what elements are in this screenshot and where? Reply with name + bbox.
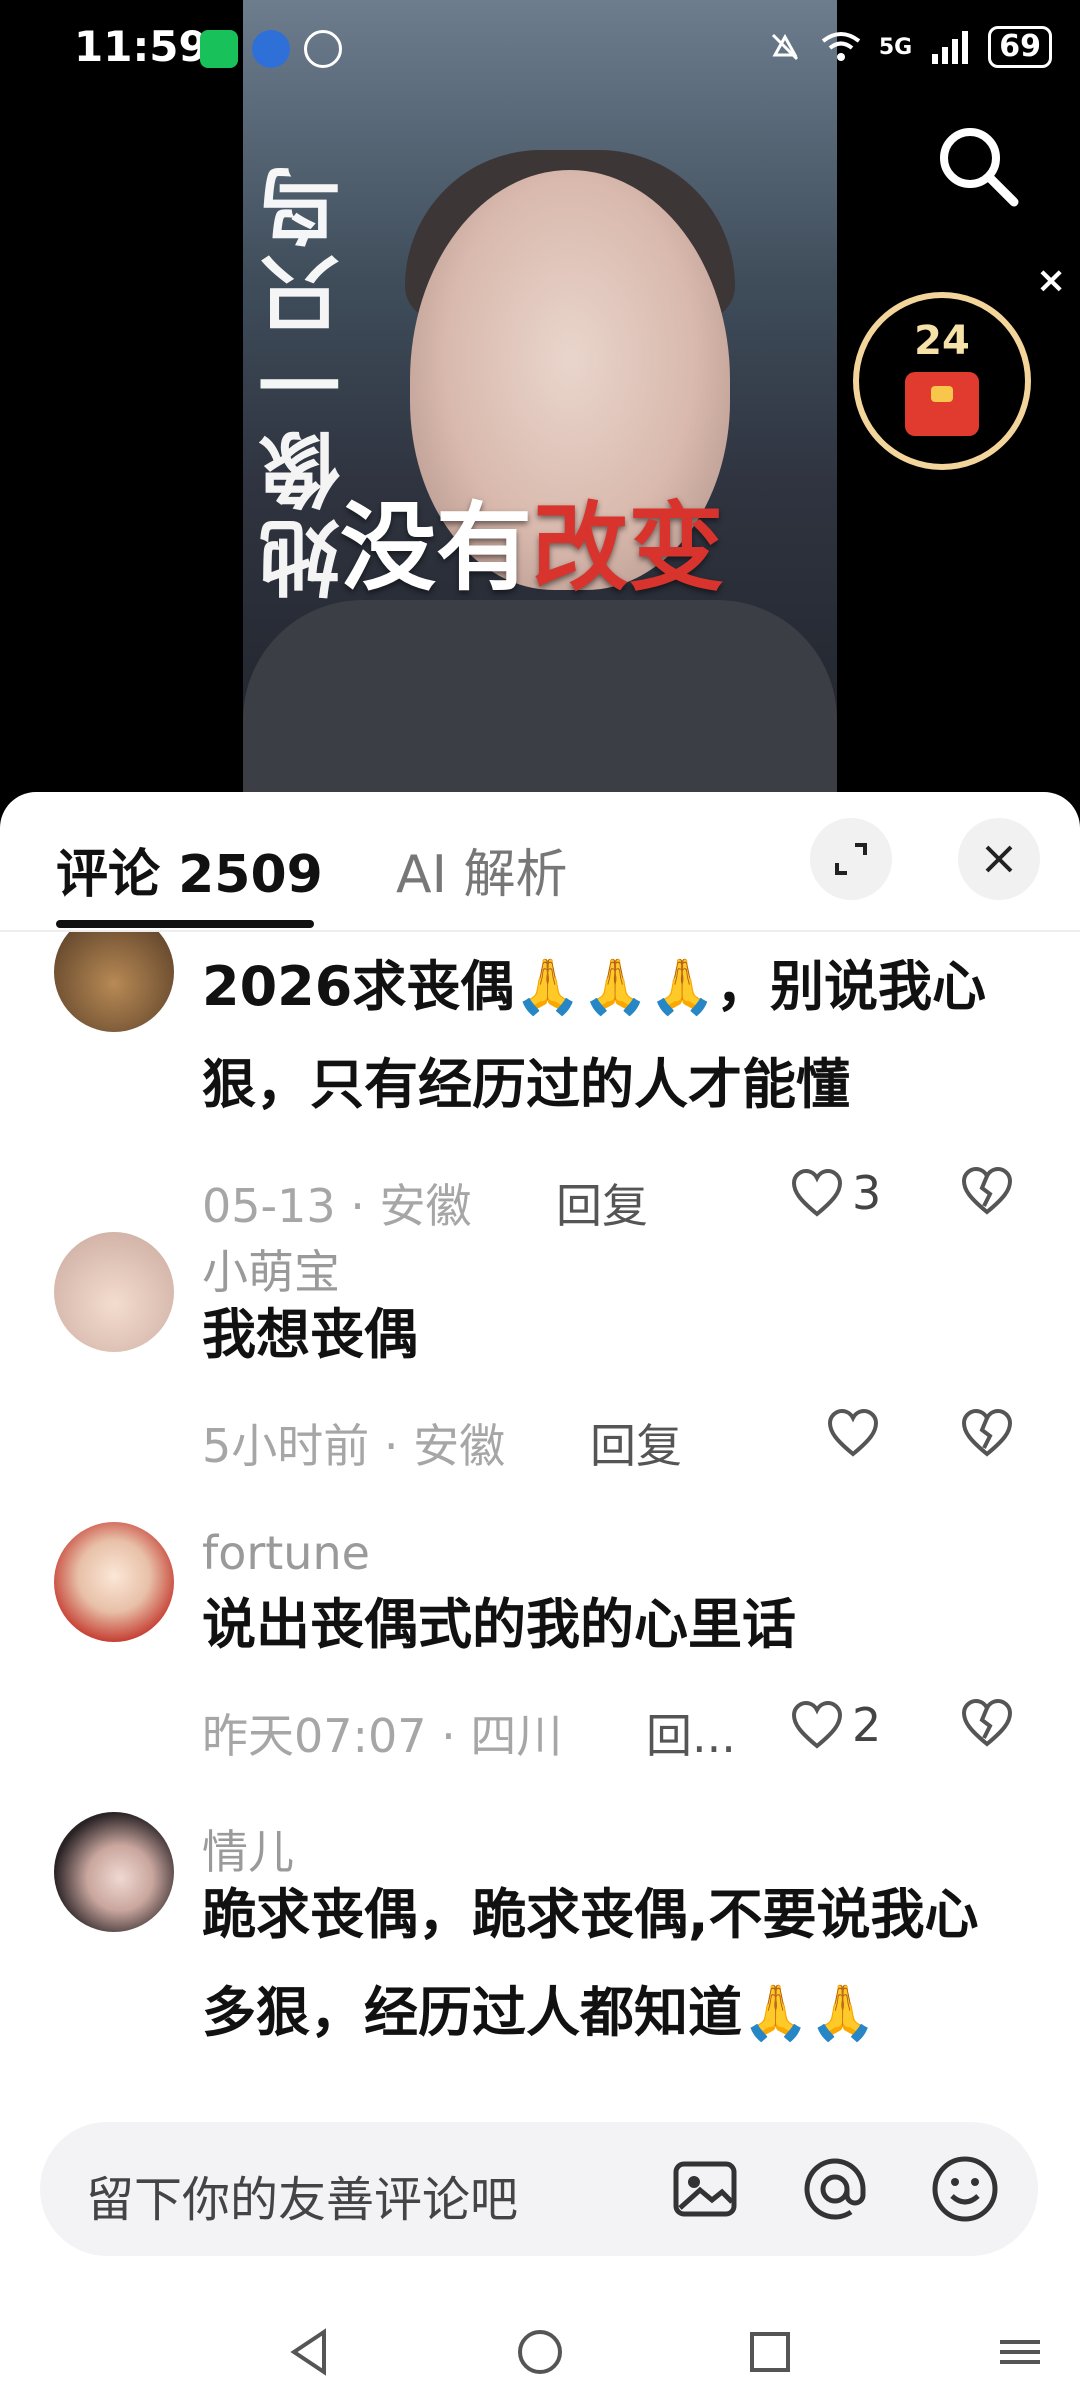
comment-input-bar[interactable]: 留下你的友善评论吧	[40, 2122, 1038, 2256]
comment-meta: 05-13 · 安徽	[202, 1179, 472, 1233]
comment-meta: 昨天07:07 · 四川	[202, 1709, 563, 1763]
comment-text: 我想丧偶	[202, 1303, 418, 1366]
comment-list[interactable]: 2026求丧偶🙏🙏🙏，别说我心狠，只有经历过的人才能懂 05-13 · 安徽 回…	[0, 932, 1080, 2112]
reply-button[interactable]: 回复	[556, 1170, 648, 1236]
signal-icon	[932, 31, 969, 64]
recents-icon[interactable]	[740, 2322, 800, 2382]
search-icon	[940, 128, 1019, 207]
video-side-text: 她像一只鸟	[260, 160, 355, 600]
comment-sheet: 评论 2509 AI 解析 2026求丧偶🙏🙏🙏，别说我心狠，只有经历过的人才能…	[0, 792, 1080, 2400]
close-redpacket-button[interactable]: ×	[1036, 260, 1066, 301]
like-count: 3	[852, 1166, 882, 1220]
comment-username[interactable]: fortune	[202, 1526, 370, 1580]
status-time: 11:59	[74, 22, 208, 71]
caption-white-text: 没有	[340, 492, 532, 604]
dislike-button[interactable]	[960, 1408, 1014, 1458]
like-button[interactable]: 3	[790, 1166, 881, 1220]
expand-button[interactable]	[810, 818, 892, 900]
wifi-icon	[821, 32, 861, 61]
image-icon[interactable]	[666, 2150, 744, 2228]
network-type: 5G	[878, 34, 913, 60]
back-icon[interactable]	[280, 2322, 340, 2382]
heart-icon	[827, 1408, 879, 1457]
battery-indicator: 69	[988, 26, 1052, 68]
dislike-button[interactable]	[960, 1166, 1014, 1216]
search-button[interactable]	[930, 118, 1026, 214]
heart-icon	[791, 1700, 843, 1749]
redpacket-count: 24	[914, 318, 970, 364]
comment-item: fortune 说出丧偶式的我的心里话 昨天07:07 · 四川 回... 2	[0, 1522, 1080, 1782]
avatar[interactable]	[54, 1812, 174, 1932]
close-icon	[985, 845, 1013, 873]
status-right: 5G 69	[767, 26, 1052, 68]
heart-icon	[791, 1168, 843, 1217]
mute-icon	[771, 33, 798, 61]
menu-icon[interactable]	[990, 2322, 1050, 2382]
comment-item: 情儿 跪求丧偶，跪求丧偶,不要说我心多狠，经历过人都知道🙏🙏	[0, 1812, 1080, 2112]
like-button[interactable]: 2	[790, 1698, 881, 1752]
like-count: 2	[852, 1698, 882, 1752]
close-sheet-button[interactable]	[958, 818, 1040, 900]
comment-item: 2026求丧偶🙏🙏🙏，别说我心狠，只有经历过的人才能懂 05-13 · 安徽 回…	[0, 932, 1080, 1233]
emoji-icon[interactable]	[926, 2150, 1004, 2228]
reply-button[interactable]: 回复	[590, 1410, 682, 1476]
avatar[interactable]	[54, 1232, 174, 1352]
comment-text: 2026求丧偶🙏🙏🙏，别说我心狠，只有经历过的人才能懂	[202, 955, 987, 1116]
comment-input[interactable]: 留下你的友善评论吧	[86, 2160, 518, 2230]
wechat-icon	[200, 30, 238, 68]
tab-comments[interactable]: 评论 2509	[56, 832, 323, 907]
hand-icon	[304, 30, 342, 68]
redpacket-button[interactable]: 24	[853, 292, 1031, 470]
home-icon[interactable]	[510, 2322, 570, 2382]
video-person-shirt	[243, 600, 837, 800]
avatar[interactable]	[54, 932, 174, 1032]
app-notification-icon	[252, 30, 290, 68]
redpacket-icon	[905, 372, 979, 436]
comment-text: 跪求丧偶，跪求丧偶,不要说我心多狠，经历过人都知道🙏🙏	[202, 1883, 979, 2044]
system-navigation-bar	[0, 2292, 1080, 2400]
reply-button[interactable]: 回...	[646, 1700, 736, 1766]
video-caption: 没有改变	[340, 470, 724, 609]
status-bar: 11:59 5G 69	[0, 0, 1080, 100]
comment-item: 小萌宝 我想丧偶 5小时前 · 安徽 回复	[0, 1232, 1080, 1492]
mention-icon[interactable]	[796, 2150, 874, 2228]
comment-tabs: 评论 2509 AI 解析	[0, 792, 1080, 932]
expand-icon	[835, 843, 867, 875]
comment-text: 说出丧偶式的我的心里话	[202, 1593, 796, 1656]
active-tab-indicator	[56, 920, 314, 928]
caption-red-text: 改变	[532, 492, 724, 604]
avatar[interactable]	[54, 1522, 174, 1642]
like-button[interactable]	[826, 1408, 888, 1458]
video-player[interactable]: 她像一只鸟 没有改变 × 24	[0, 0, 1080, 800]
dislike-button[interactable]	[960, 1698, 1014, 1748]
tab-ai-analysis[interactable]: AI 解析	[396, 832, 567, 907]
comment-meta: 5小时前 · 安徽	[202, 1419, 506, 1473]
